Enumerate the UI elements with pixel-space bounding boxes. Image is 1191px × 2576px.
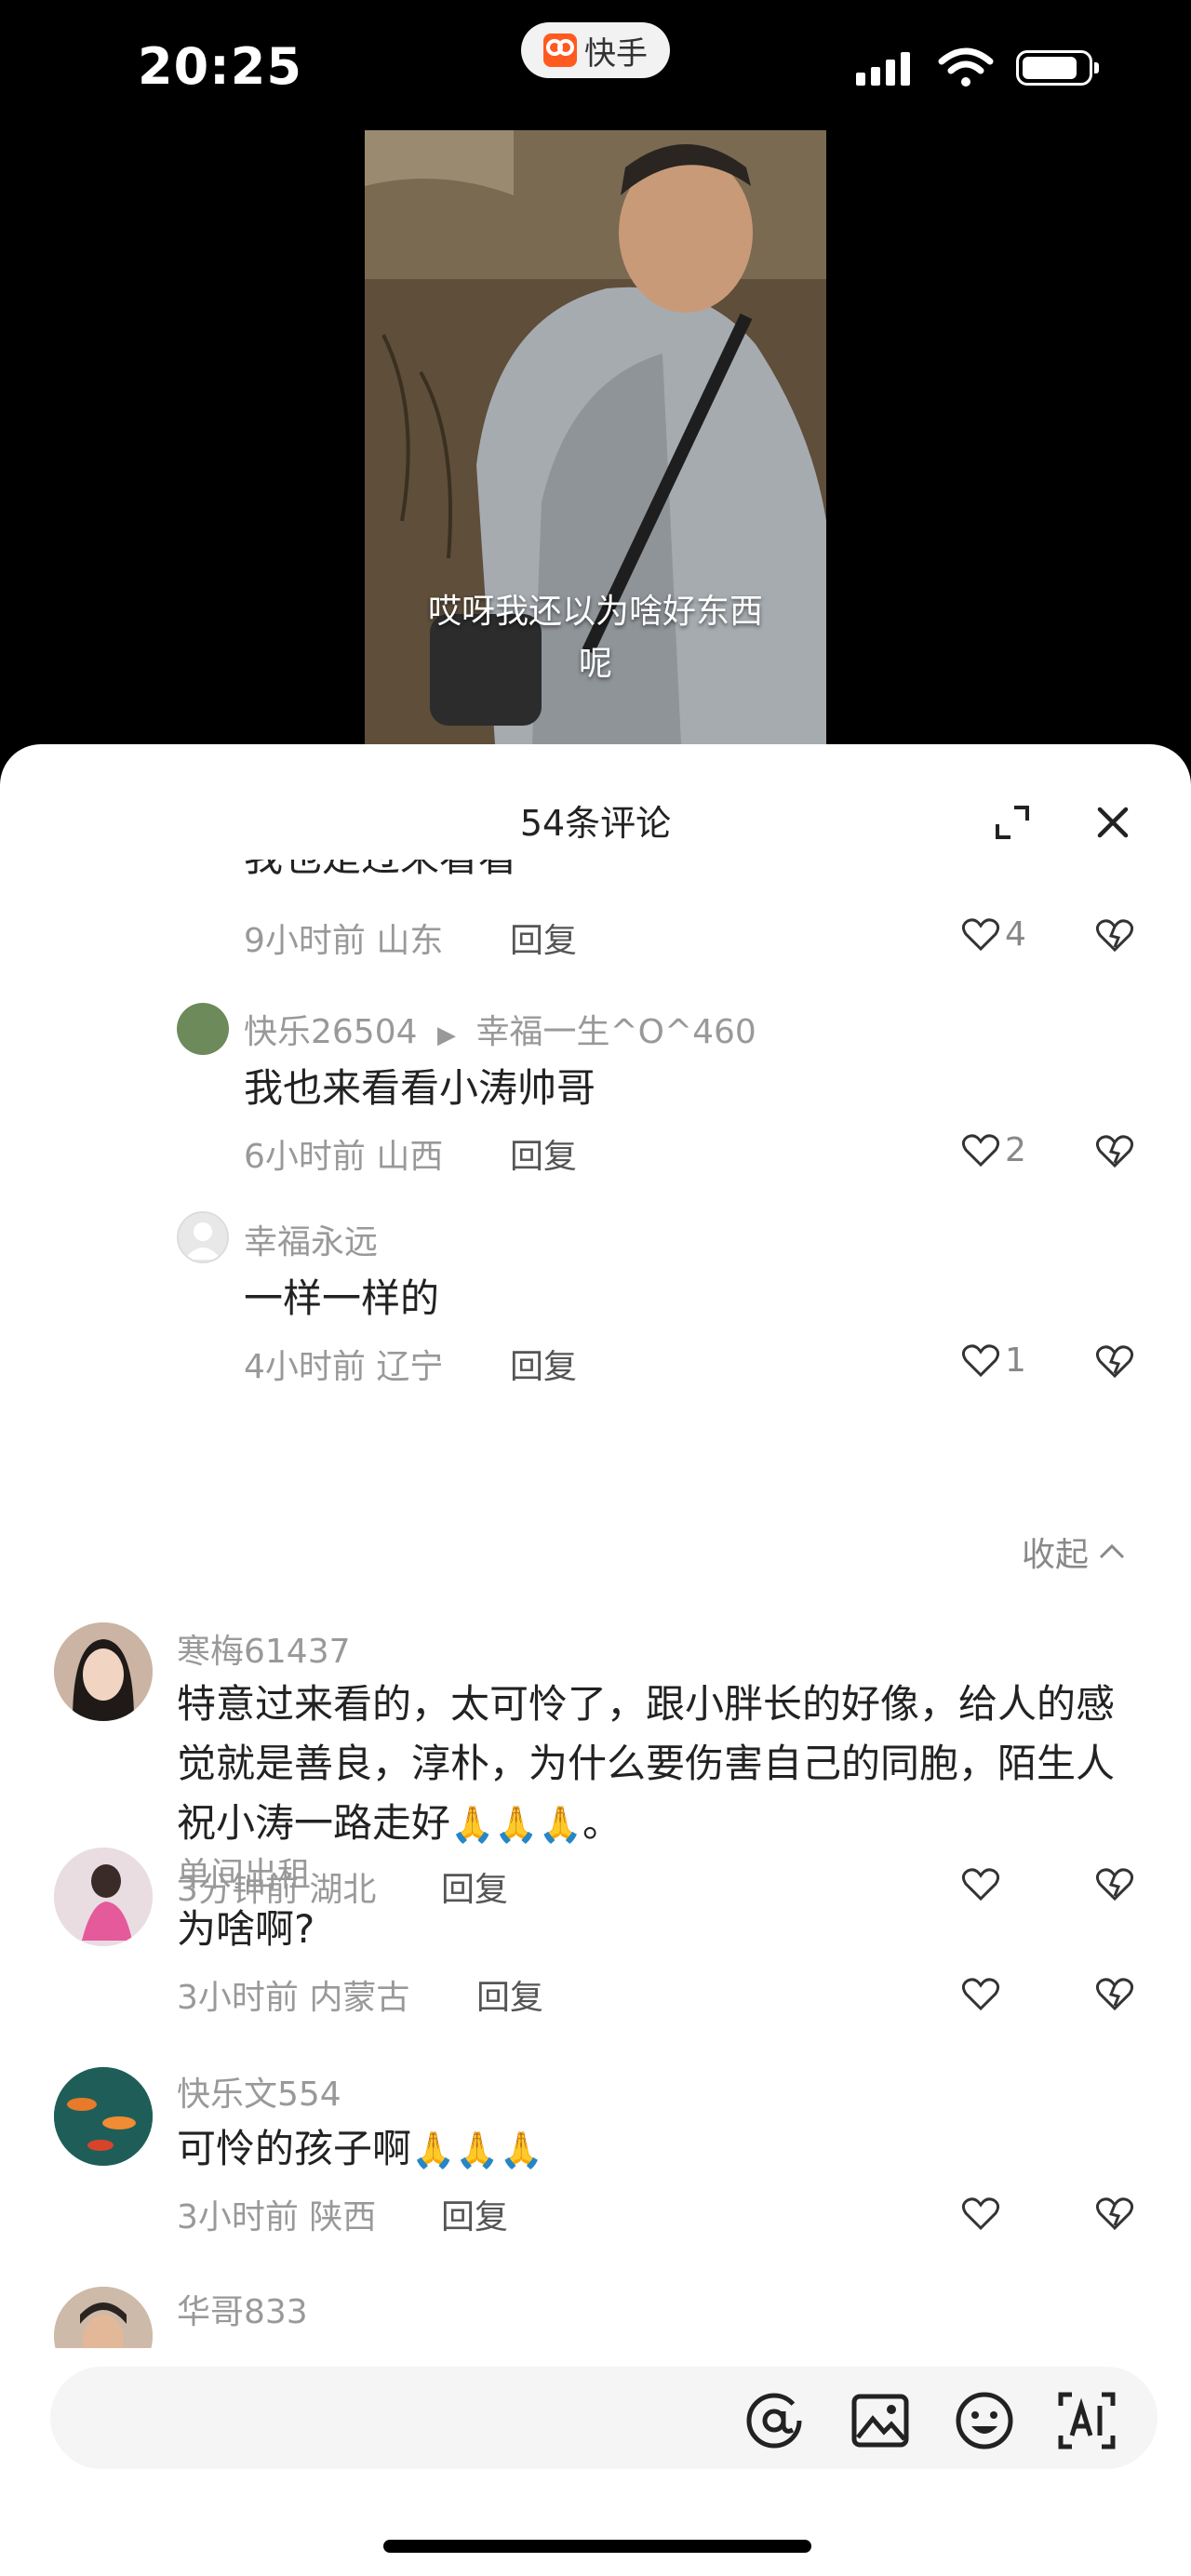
comment-text: 我也是过来看看 [244,860,517,888]
avatar[interactable] [177,1211,229,1263]
kuaishou-logo-icon [543,33,577,67]
like-count: 1 [1005,1341,1026,1380]
reply-to-name[interactable]: 幸福一生^O^460 [475,1013,756,1051]
broken-heart-icon[interactable] [1096,2197,1133,2231]
reply-button[interactable]: 回复 [476,1970,543,2019]
chevron-up-icon [1099,1543,1125,1559]
video-subtitle: 哎呀我还以为啥好东西 呢 [427,593,763,683]
commenter-name[interactable]: 快乐文554 [177,2067,341,2116]
comment-meta: 3小时前 内蒙古 [177,1979,410,2017]
avatar[interactable] [54,1622,153,1721]
expand-icon[interactable] [994,804,1031,841]
comment-meta: 6小时前 山西 [244,1138,444,1176]
comment-text: 可怜的孩子啊🙏🙏🙏 [177,2119,543,2180]
broken-heart-icon[interactable] [1096,1135,1133,1168]
comment-list[interactable]: 我也是过来看看 9小时前 山东 回复 4 快乐26504 ▶ 幸福一生^O^46… [0,860,1191,2162]
reply-button[interactable]: 回复 [441,2190,508,2238]
heart-icon [962,1133,999,1167]
heart-icon[interactable] [962,2197,999,2231]
comment-sheet: 54条评论 我也是过来看看 9小时前 山东 回复 4 快乐26504 ▶ 幸福一… [0,744,1191,2576]
default-avatar-icon [184,1222,221,1260]
commenter-name[interactable]: 华哥833 [177,2285,308,2333]
avatar[interactable] [54,1848,153,1946]
reply-arrow-icon: ▶ [436,1021,456,1049]
heart-icon[interactable] [962,1978,999,2011]
heart-icon[interactable] [962,1868,999,1902]
collapse-replies-button[interactable]: 收起 [1022,1528,1126,1576]
reply-button[interactable]: 回复 [510,1340,577,1388]
commenter-name[interactable]: 单间出租 [177,1848,311,1896]
reply-button[interactable]: 回复 [510,1129,577,1178]
broken-heart-icon[interactable] [1096,919,1133,953]
commenter-name[interactable]: 寒梅61437 [177,1624,351,1673]
avatar[interactable] [54,2067,153,2166]
comment-text: 一样一样的 [244,1275,440,1321]
video-player[interactable]: 哎呀我还以为啥好东西 呢 [365,130,826,744]
emoji-icon[interactable] [955,2391,1014,2450]
like-button[interactable]: 2 [962,1131,1026,1169]
app-name: 快手 [584,34,648,73]
comment-meta: 9小时前 山东 [244,922,444,960]
comment-text: 我也来看看小涛帅哥 [244,1065,596,1111]
like-count: 2 [1005,1131,1026,1169]
broken-heart-icon[interactable] [1096,1868,1133,1902]
status-bar: 20:25 快手 [0,0,1191,130]
commenter-name[interactable]: 快乐26504 [244,1013,418,1051]
like-button[interactable]: 4 [962,915,1026,954]
status-time: 20:25 [138,37,302,96]
broken-heart-icon[interactable] [1096,1345,1133,1379]
close-icon[interactable] [1094,804,1131,841]
ai-icon[interactable] [1057,2391,1117,2450]
battery-icon [1016,50,1099,86]
comment-meta: 4小时前 辽宁 [244,1348,444,1386]
broken-heart-icon[interactable] [1096,1978,1133,2011]
heart-icon [962,917,999,951]
pray-emoji: 🙏🙏🙏 [411,2129,543,2170]
commenter-name[interactable]: 幸福永远 [244,1215,378,1263]
comment-meta: 3小时前 陕西 [177,2198,377,2236]
cellular-signal-icon [856,52,910,86]
like-button[interactable]: 1 [962,1341,1026,1380]
comment-text: 特意过来看的，太可怜了，跟小胖长的好像，给人的感觉就是善良，淳朴，为什么要伤害自… [177,1675,1144,1854]
collapse-label: 收起 [1022,1536,1090,1574]
like-count: 4 [1005,915,1026,954]
reply-button[interactable]: 回复 [441,1862,508,1911]
comment-text: 为啥啊? [177,1906,315,1952]
avatar[interactable] [177,1003,229,1055]
wifi-icon [938,47,994,87]
image-icon[interactable] [850,2391,910,2450]
heart-icon [962,1343,999,1377]
reply-button[interactable]: 回复 [510,914,577,962]
pray-emoji: 🙏🙏🙏 [450,1804,582,1845]
app-indicator-pill[interactable]: 快手 [521,22,670,78]
home-indicator[interactable] [383,2540,811,2553]
at-icon[interactable] [744,2391,804,2450]
